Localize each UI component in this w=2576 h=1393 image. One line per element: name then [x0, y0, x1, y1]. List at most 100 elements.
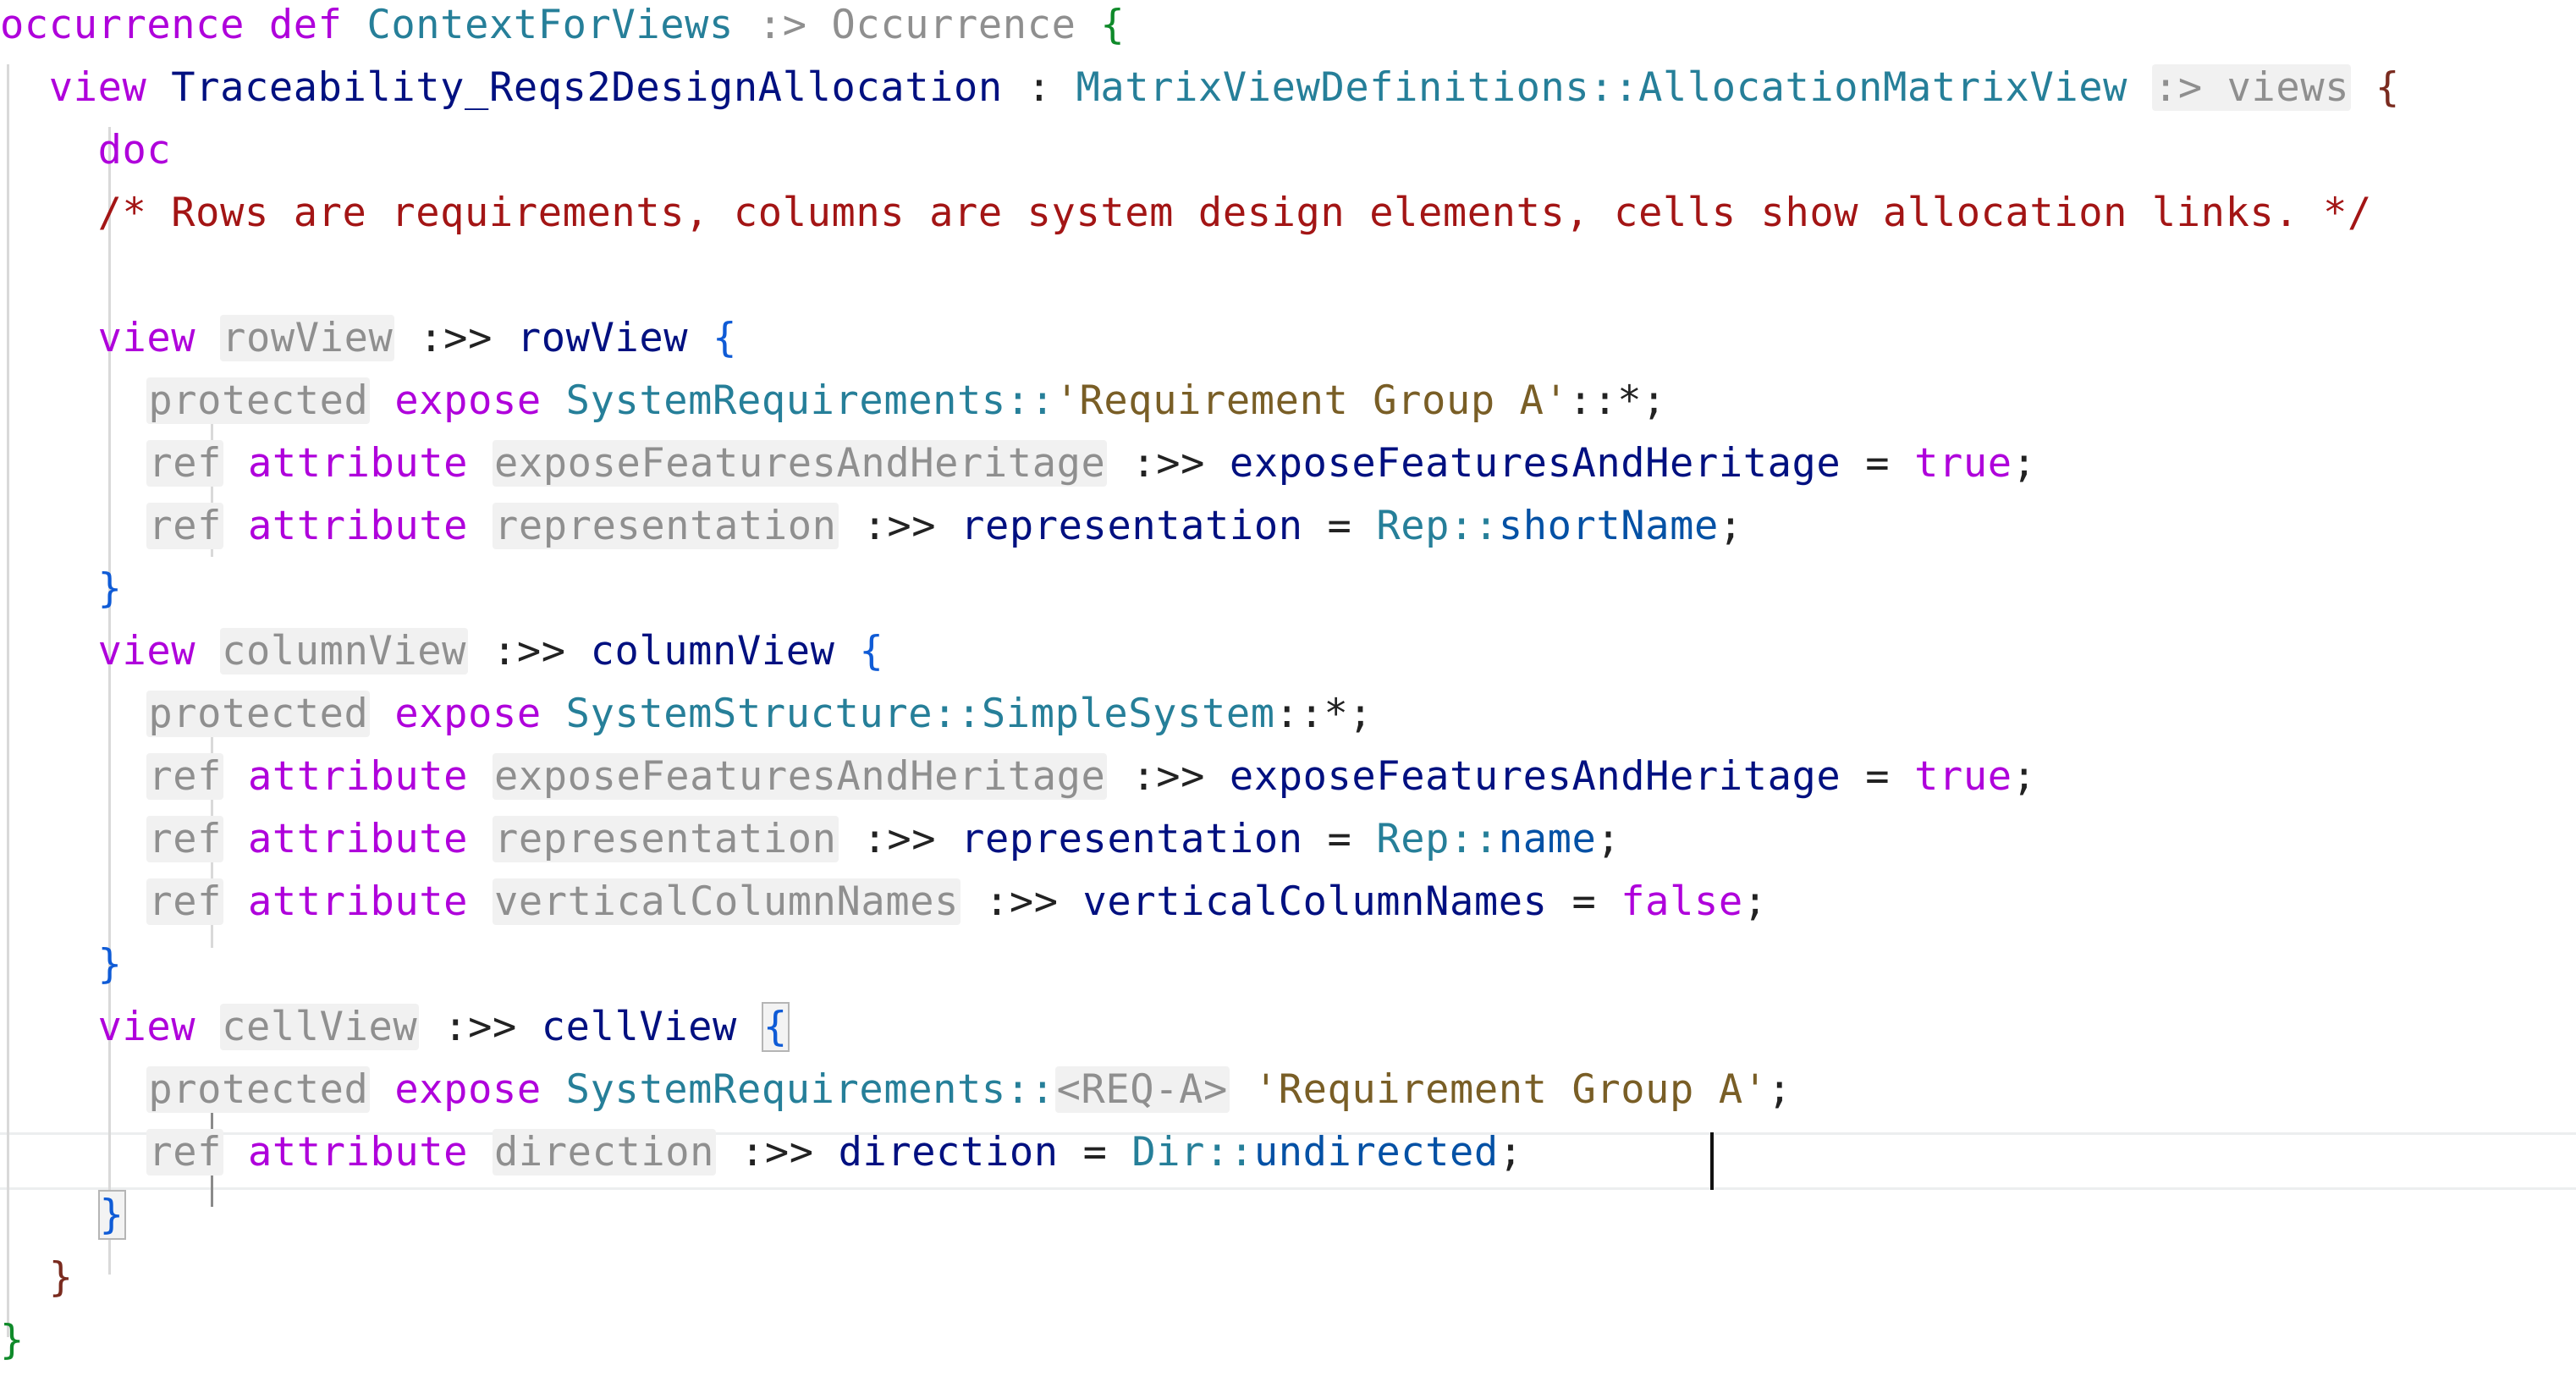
- code-line-22[interactable]: }: [0, 1309, 25, 1372]
- inline-hint: representation: [492, 503, 839, 549]
- code-line-6[interactable]: view rowView :>> rowView {: [0, 307, 737, 370]
- operator: :>>: [492, 628, 566, 674]
- code-line-21[interactable]: }: [0, 1247, 74, 1309]
- code-line-1[interactable]: occurrence def ContextForViews :> Occurr…: [0, 0, 1125, 57]
- value-true: true: [1914, 753, 2012, 800]
- code-line-9[interactable]: ref attribute representation :>> represe…: [0, 495, 1743, 558]
- code-editor[interactable]: occurrence def ContextForViews :> Occurr…: [0, 0, 2576, 1393]
- close-brace: }: [97, 565, 123, 612]
- close-brace: }: [0, 1317, 25, 1363]
- namespace: Rep::: [1376, 503, 1499, 549]
- matching-close-brace: }: [97, 1190, 126, 1240]
- view-type: MatrixViewDefinitions::AllocationMatrixV…: [1076, 64, 2128, 111]
- namespace: SystemRequirements::: [565, 377, 1055, 424]
- colon: :: [1027, 64, 1052, 111]
- code-line-18[interactable]: protected expose SystemRequirements::<RE…: [0, 1059, 1792, 1121]
- enum-value: name: [1498, 816, 1597, 862]
- view-name: columnView: [590, 628, 835, 674]
- code-line-8[interactable]: ref attribute exposeFeaturesAndHeritage …: [0, 432, 2037, 495]
- modifier-hint: protected: [146, 691, 371, 737]
- keyword-view: view: [97, 628, 196, 674]
- short-name-hint: <REQ-A>: [1054, 1066, 1230, 1113]
- view-name: cellView: [541, 1004, 737, 1050]
- semicolon: ;: [2012, 753, 2037, 800]
- semicolon: ;: [1596, 816, 1621, 862]
- code-line-7[interactable]: protected expose SystemRequirements::'Re…: [0, 370, 1666, 432]
- code-line-13[interactable]: ref attribute exposeFeaturesAndHeritage …: [0, 746, 2037, 808]
- inline-hint: exposeFeaturesAndHeritage: [492, 753, 1108, 800]
- ref-hint: ref: [146, 878, 224, 925]
- close-brace: }: [48, 1254, 74, 1301]
- keyword-view: view: [48, 64, 147, 111]
- operator: :>>: [862, 816, 937, 862]
- type-name: ContextForViews: [366, 2, 734, 48]
- code-line-2[interactable]: view Traceability_Reqs2DesignAllocation …: [0, 57, 2400, 119]
- keyword-view: view: [97, 1004, 196, 1050]
- namespace: SystemRequirements::: [565, 1066, 1055, 1113]
- operator: :>>: [984, 878, 1059, 925]
- matching-open-brace: {: [761, 1002, 790, 1052]
- inline-hint: direction: [492, 1129, 717, 1176]
- code-line-11[interactable]: view columnView :>> columnView {: [0, 620, 883, 683]
- keyword-attribute: attribute: [248, 878, 469, 925]
- namespace: SystemStructure::SimpleSystem: [565, 691, 1275, 737]
- string-literal: 'Requirement Group A': [1253, 1066, 1768, 1113]
- code-line-20[interactable]: }: [0, 1184, 126, 1247]
- namespace: Dir::: [1131, 1129, 1254, 1176]
- open-brace: {: [1100, 2, 1126, 48]
- code-line-12[interactable]: protected expose SystemStructure::Simple…: [0, 683, 1373, 746]
- open-brace: {: [713, 315, 737, 361]
- keyword-expose: expose: [394, 377, 542, 424]
- ref-hint: ref: [146, 440, 224, 487]
- inline-hint: exposeFeaturesAndHeritage: [492, 440, 1108, 487]
- ref-hint: ref: [146, 503, 224, 549]
- code-line-19[interactable]: ref attribute direction :>> direction = …: [0, 1121, 1523, 1184]
- attribute-name: verticalColumnNames: [1082, 878, 1548, 925]
- keyword-attribute: attribute: [248, 1129, 469, 1176]
- operator: :>>: [740, 1129, 814, 1176]
- semicolon: ;: [1498, 1129, 1523, 1176]
- code-line-3[interactable]: doc: [0, 119, 171, 182]
- ref-hint: ref: [146, 1129, 224, 1176]
- operator: :>>: [419, 315, 493, 361]
- view-name: Traceability_Reqs2DesignAllocation: [171, 64, 1003, 111]
- modifier-hint: protected: [146, 377, 371, 424]
- keyword-attribute: attribute: [248, 816, 469, 862]
- enum-value: shortName: [1498, 503, 1719, 549]
- keyword-def: def: [268, 2, 343, 48]
- code-line-16[interactable]: }: [0, 933, 123, 996]
- attribute-name: representation: [960, 816, 1303, 862]
- code-line-10[interactable]: }: [0, 558, 123, 620]
- keyword-expose: expose: [394, 691, 542, 737]
- keyword-attribute: attribute: [248, 503, 469, 549]
- code-line-14[interactable]: ref attribute representation :>> represe…: [0, 808, 1621, 871]
- doc-comment: /* Rows are requirements, columns are sy…: [97, 190, 2372, 236]
- assign: =: [1865, 753, 1891, 800]
- attribute-name: exposeFeaturesAndHeritage: [1229, 753, 1841, 800]
- close-brace: }: [97, 941, 123, 988]
- inline-hint: cellView: [220, 1004, 420, 1050]
- keyword-attribute: attribute: [248, 440, 469, 487]
- code-line-15[interactable]: ref attribute verticalColumnNames :>> ve…: [0, 871, 1768, 933]
- assign: =: [1327, 816, 1352, 862]
- attribute-name: direction: [838, 1129, 1059, 1176]
- string-literal: 'Requirement Group A': [1054, 377, 1569, 424]
- operator: :>>: [862, 503, 937, 549]
- ref-hint: ref: [146, 753, 224, 800]
- code-line-17[interactable]: view cellView :>> cellView {: [0, 996, 790, 1059]
- open-brace: {: [2375, 64, 2400, 111]
- attribute-name: exposeFeaturesAndHeritage: [1229, 440, 1841, 487]
- operator: :>>: [443, 1004, 517, 1050]
- wildcard: ::*;: [1568, 377, 1667, 424]
- assign: =: [1571, 878, 1597, 925]
- semicolon: ;: [1767, 1066, 1792, 1113]
- value-true: true: [1914, 440, 2012, 487]
- view-name: rowView: [516, 315, 689, 361]
- inline-hint: representation: [492, 816, 839, 862]
- code-line-4[interactable]: /* Rows are requirements, columns are sy…: [0, 182, 2372, 245]
- enum-value: undirected: [1253, 1129, 1499, 1176]
- inline-hint: verticalColumnNames: [492, 878, 961, 925]
- value-false: false: [1621, 878, 1743, 925]
- operator: :>>: [1131, 753, 1206, 800]
- keyword-view: view: [97, 315, 196, 361]
